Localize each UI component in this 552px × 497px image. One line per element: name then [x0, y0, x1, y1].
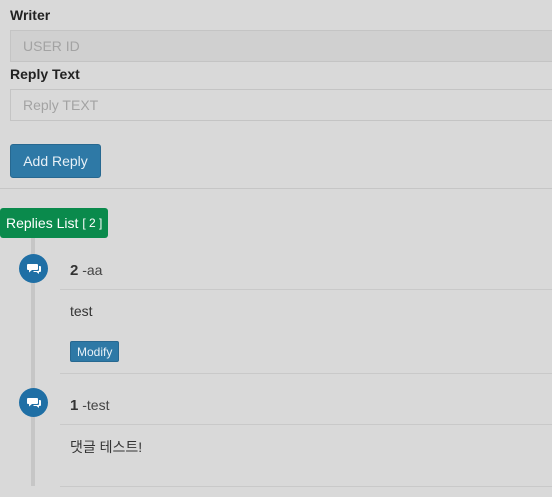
reply-form: Writer Reply Text Add Reply	[0, 0, 552, 189]
reply-bottom-border	[60, 486, 552, 487]
reply-item: 2 -aa test Modify	[60, 252, 552, 374]
reply-header: 2 -aa	[70, 262, 102, 279]
replies-list-header[interactable]: Replies List [ 2 ]	[0, 208, 109, 238]
comment-icon	[19, 388, 48, 417]
reply-bottom-border	[60, 373, 552, 374]
modify-button[interactable]: Modify	[70, 341, 120, 362]
reply-text-label: Reply Text	[10, 66, 80, 82]
reply-text: 댓글 테스트!	[70, 439, 143, 455]
reply-writer: -test	[78, 397, 110, 413]
reply-header: 1 -test	[70, 397, 109, 414]
writer-input[interactable]	[10, 30, 552, 62]
reply-divider	[60, 289, 552, 290]
reply-text: test	[70, 303, 93, 319]
reply-item: 1 -test 댓글 테스트!	[60, 387, 552, 487]
replies-count: [ 2 ]	[82, 216, 103, 230]
add-reply-button[interactable]: Add Reply	[10, 144, 101, 178]
replies-list-title: Replies List	[6, 215, 79, 231]
comment-icon	[19, 254, 48, 283]
reply-writer: -aa	[78, 262, 103, 278]
reply-text-input[interactable]	[10, 89, 552, 121]
reply-divider	[60, 424, 552, 425]
writer-label: Writer	[10, 7, 51, 23]
